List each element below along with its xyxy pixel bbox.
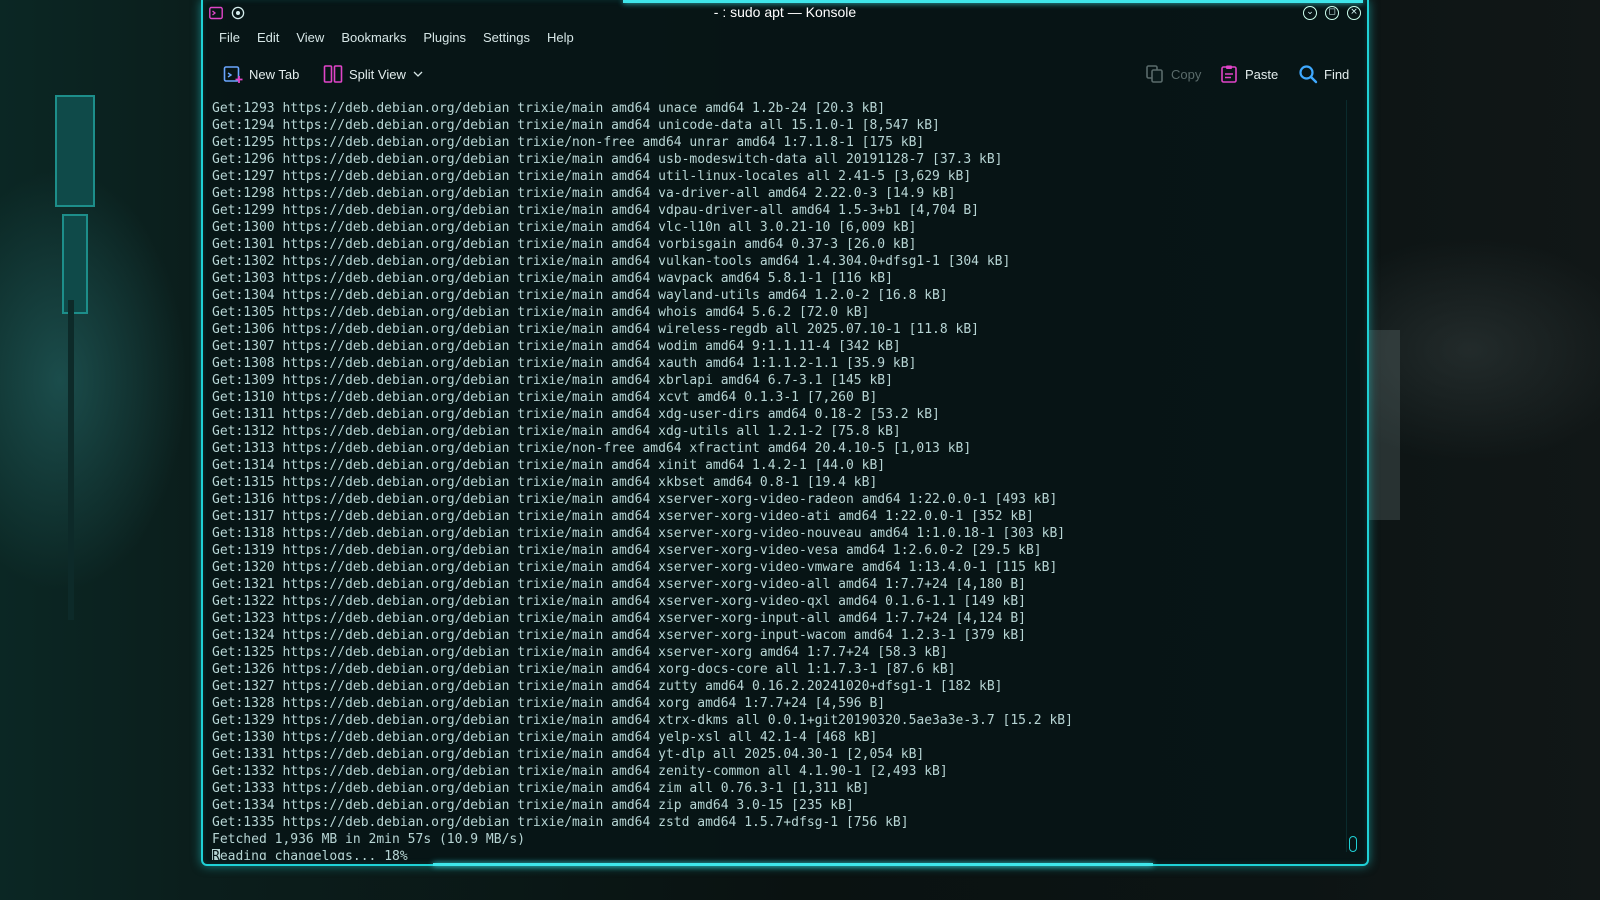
terminal-line: Get:1326 https://deb.debian.org/debian t… xyxy=(212,662,956,677)
menu-file[interactable]: File xyxy=(213,30,251,50)
terminal-line: Get:1315 https://deb.debian.org/debian t… xyxy=(212,475,878,490)
menu-edit[interactable]: Edit xyxy=(251,30,290,50)
terminal-line: Get:1313 https://deb.debian.org/debian t… xyxy=(212,441,972,456)
terminal-line: Get:1331 https://deb.debian.org/debian t… xyxy=(212,747,925,762)
sign-pole xyxy=(68,300,74,620)
terminal-output[interactable]: Get:1293 https://deb.debian.org/debian t… xyxy=(212,100,1342,860)
terminal-line: Get:1312 https://deb.debian.org/debian t… xyxy=(212,424,901,439)
terminal-line: Get:1308 https://deb.debian.org/debian t… xyxy=(212,356,917,371)
terminal-line: Get:1300 https://deb.debian.org/debian t… xyxy=(212,220,917,235)
text-cursor: R xyxy=(212,849,220,860)
terminal-line: Get:1306 https://deb.debian.org/debian t… xyxy=(212,322,980,337)
chevron-down-icon: ⌄ xyxy=(1306,7,1314,17)
minimize-button[interactable]: ⌄ xyxy=(1303,6,1317,20)
street-sign xyxy=(55,95,95,207)
terminal-line: Get:1305 https://deb.debian.org/debian t… xyxy=(212,305,870,320)
terminal-line: Get:1317 https://deb.debian.org/debian t… xyxy=(212,509,1034,524)
terminal-line: Get:1328 https://deb.debian.org/debian t… xyxy=(212,696,886,711)
paste-button[interactable]: Paste xyxy=(1219,64,1278,84)
toolbar: New Tab Split View Copy Paste Find xyxy=(203,64,1367,88)
copy-button[interactable]: Copy xyxy=(1145,64,1201,84)
find-button[interactable]: Find xyxy=(1298,64,1349,84)
progress-text: eading changelogs... 18% xyxy=(219,849,408,860)
terminal-prompt-line: Reading changelogs... 18% xyxy=(212,848,1342,860)
terminal-line: Get:1307 https://deb.debian.org/debian t… xyxy=(212,339,901,354)
konsole-window: - : sudo apt — Konsole ⌄ ◻ × File Edit V… xyxy=(201,0,1369,866)
close-button[interactable]: × xyxy=(1347,6,1361,20)
maximize-button[interactable]: ◻ xyxy=(1325,6,1339,20)
new-tab-icon xyxy=(223,66,243,83)
terminal-line: Get:1301 https://deb.debian.org/debian t… xyxy=(212,237,917,252)
terminal-line: Get:1309 https://deb.debian.org/debian t… xyxy=(212,373,893,388)
search-icon xyxy=(1299,65,1318,84)
menu-help[interactable]: Help xyxy=(541,30,585,50)
copy-icon xyxy=(1146,65,1163,83)
title-bar[interactable]: - : sudo apt — Konsole ⌄ ◻ × xyxy=(203,0,1367,26)
menu-view[interactable]: View xyxy=(290,30,335,50)
terminal-line: Get:1323 https://deb.debian.org/debian t… xyxy=(212,611,1026,626)
terminal-line: Get:1334 https://deb.debian.org/debian t… xyxy=(212,798,854,813)
terminal-line: Get:1321 https://deb.debian.org/debian t… xyxy=(212,577,1026,592)
maximize-icon: ◻ xyxy=(1328,7,1336,17)
terminal-line: Get:1316 https://deb.debian.org/debian t… xyxy=(212,492,1058,507)
close-icon: × xyxy=(1350,7,1358,17)
terminal-line: Get:1311 https://deb.debian.org/debian t… xyxy=(212,407,940,422)
find-label: Find xyxy=(1324,66,1350,82)
window-title: - : sudo apt — Konsole xyxy=(713,4,857,20)
terminal-line: Get:1319 https://deb.debian.org/debian t… xyxy=(212,543,1042,558)
terminal-line: Get:1299 https://deb.debian.org/debian t… xyxy=(212,203,980,218)
paste-label: Paste xyxy=(1245,66,1279,82)
terminal-line: Get:1303 https://deb.debian.org/debian t… xyxy=(212,271,893,286)
terminal-line: Get:1294 https://deb.debian.org/debian t… xyxy=(212,118,940,133)
new-tab-label: New Tab xyxy=(249,66,300,82)
terminal-line: Get:1324 https://deb.debian.org/debian t… xyxy=(212,628,1026,643)
terminal-line: Get:1332 https://deb.debian.org/debian t… xyxy=(212,764,948,779)
terminal-line: Get:1310 https://deb.debian.org/debian t… xyxy=(212,390,878,405)
split-view-icon xyxy=(323,65,343,83)
terminal-line: Get:1298 https://deb.debian.org/debian t… xyxy=(212,186,956,201)
terminal-line: Get:1322 https://deb.debian.org/debian t… xyxy=(212,594,1026,609)
menu-settings[interactable]: Settings xyxy=(477,30,541,50)
terminal-line: Get:1318 https://deb.debian.org/debian t… xyxy=(212,526,1066,541)
menu-bookmarks[interactable]: Bookmarks xyxy=(335,30,417,50)
terminal-line: Get:1327 https://deb.debian.org/debian t… xyxy=(212,679,1003,694)
terminal-line: Get:1329 https://deb.debian.org/debian t… xyxy=(212,713,1073,728)
terminal-line: Get:1333 https://deb.debian.org/debian t… xyxy=(212,781,870,796)
terminal-line: Get:1325 https://deb.debian.org/debian t… xyxy=(212,645,948,660)
terminal-line: Get:1320 https://deb.debian.org/debian t… xyxy=(212,560,1058,575)
paste-icon xyxy=(1221,65,1237,83)
split-view-button[interactable]: Split View xyxy=(323,64,424,84)
terminal-line: Get:1296 https://deb.debian.org/debian t… xyxy=(212,152,1003,167)
terminal-line: Get:1314 https://deb.debian.org/debian t… xyxy=(212,458,886,473)
copy-label: Copy xyxy=(1171,66,1202,82)
terminal-line: Get:1297 https://deb.debian.org/debian t… xyxy=(212,169,972,184)
terminal-line: Get:1293 https://deb.debian.org/debian t… xyxy=(212,101,886,116)
scrollbar-thumb[interactable] xyxy=(1349,836,1357,852)
menu-bar: File Edit View Bookmarks Plugins Setting… xyxy=(213,30,585,50)
terminal-line: Get:1302 https://deb.debian.org/debian t… xyxy=(212,254,1011,269)
parking-sign xyxy=(62,214,88,314)
terminal-line: Get:1335 https://deb.debian.org/debian t… xyxy=(212,815,909,830)
scrollbar[interactable] xyxy=(1346,100,1357,852)
split-view-label: Split View xyxy=(349,66,406,82)
menu-plugins[interactable]: Plugins xyxy=(417,30,477,50)
window-bottom-glow xyxy=(433,863,1153,866)
chevron-down-icon[interactable] xyxy=(412,68,424,80)
terminal-line: Get:1304 https://deb.debian.org/debian t… xyxy=(212,288,948,303)
terminal-line: Fetched 1,936 MB in 2min 57s (10.9 MB/s) xyxy=(212,832,526,847)
new-tab-button[interactable]: New Tab xyxy=(223,64,299,84)
terminal-line: Get:1295 https://deb.debian.org/debian t… xyxy=(212,135,925,150)
terminal-line: Get:1330 https://deb.debian.org/debian t… xyxy=(212,730,878,745)
